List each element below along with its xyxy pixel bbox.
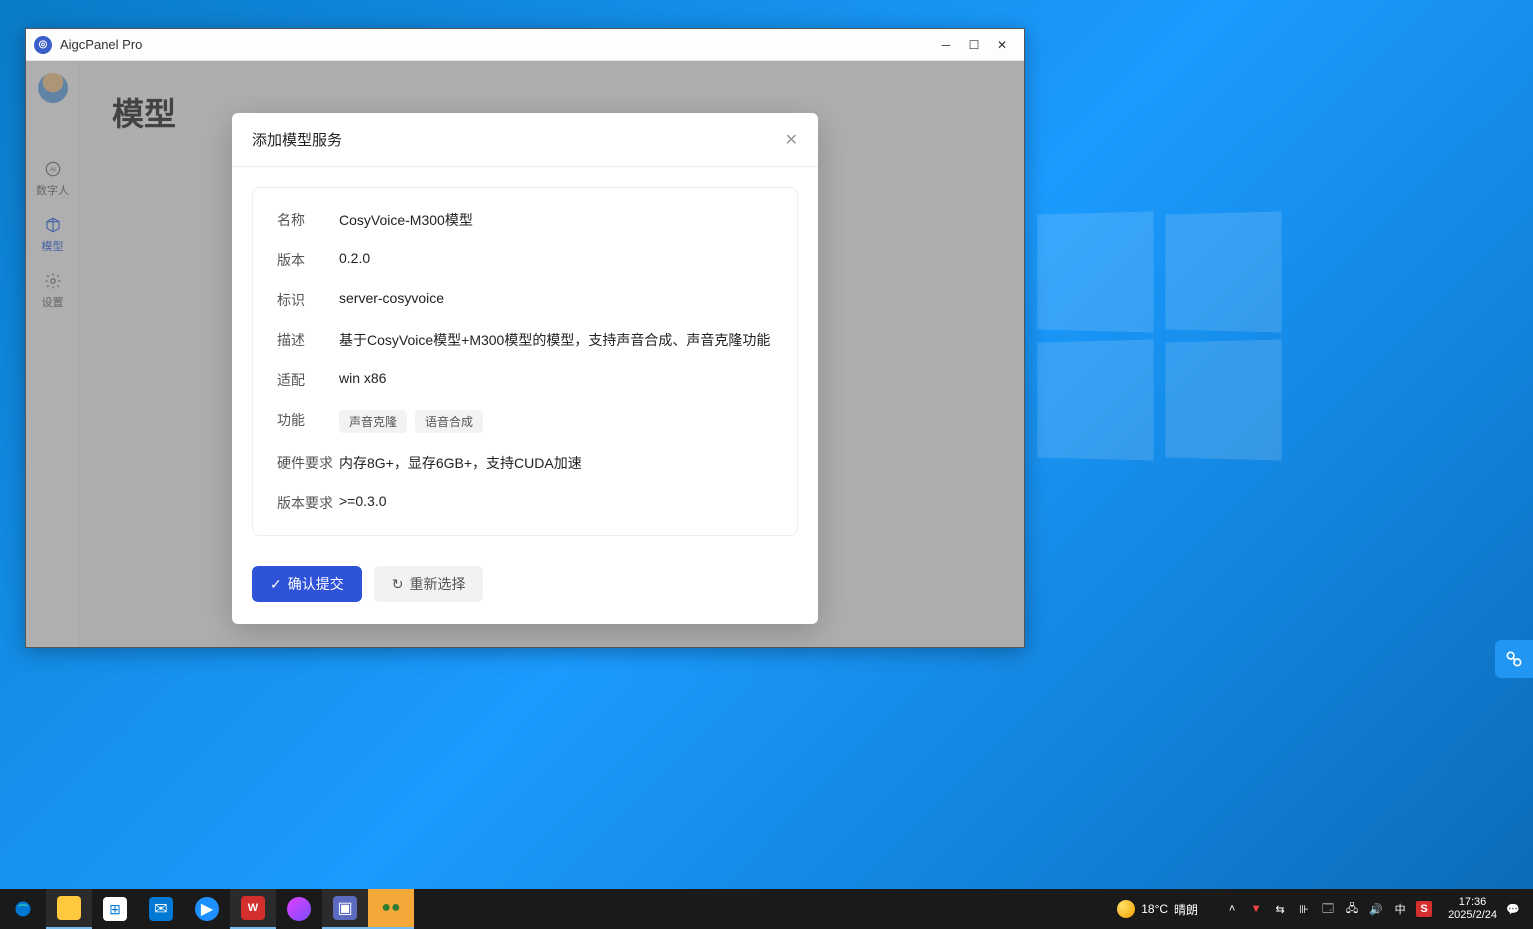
wechat-icon: ●● <box>379 896 403 920</box>
taskbar-store[interactable]: ⊞ <box>92 889 138 929</box>
window-title: AigcPanel Pro <box>60 37 932 52</box>
minimize-button[interactable]: ─ <box>932 31 960 59</box>
row-ident: 标识 server-cosyvoice <box>277 290 773 310</box>
windows-logo <box>1035 213 1283 461</box>
reselect-button[interactable]: ↻ 重新选择 <box>374 566 484 602</box>
weather-widget[interactable]: 18°C 晴朗 <box>1117 900 1198 918</box>
taskbar-media[interactable]: ▶ <box>184 889 230 929</box>
add-model-modal: 添加模型服务 ✕ 名称 CosyVoice-M300模型 版本 0.2.0 标识… <box>232 113 818 624</box>
taskbar-app1[interactable] <box>276 889 322 929</box>
row-desc: 描述 基于CosyVoice模型+M300模型的模型，支持声音合成、声音克隆功能 <box>277 330 773 350</box>
taskbar-wps[interactable]: W <box>230 889 276 929</box>
system-tray: ˄ ▼ ⇆ ⊪ 🗔 🖧 🔊 中 S 17:36 2025/2/24 💬 <box>1212 896 1533 922</box>
taskbar-wechat[interactable]: ●● <box>368 889 414 929</box>
play-icon: ▶ <box>195 897 219 921</box>
titlebar[interactable]: ◎ AigcPanel Pro ─ ☐ ✕ <box>26 29 1024 61</box>
modal-close-button[interactable]: ✕ <box>785 130 798 150</box>
check-icon: ✓ <box>270 576 282 593</box>
close-button[interactable]: ✕ <box>988 31 1016 59</box>
feature-tag: 语音合成 <box>415 410 483 433</box>
mail-icon: ✉ <box>149 897 173 921</box>
notifications-icon[interactable]: 💬 <box>1505 901 1521 917</box>
taskbar-mail[interactable]: ✉ <box>138 889 184 929</box>
row-version: 版本 0.2.0 <box>277 250 773 270</box>
confirm-submit-button[interactable]: ✓ 确认提交 <box>252 566 362 602</box>
maximize-button[interactable]: ☐ <box>960 31 988 59</box>
app-icon: ◎ <box>34 36 52 54</box>
wps-icon: W <box>241 896 265 920</box>
side-widget[interactable] <box>1495 640 1533 678</box>
modal-overlay[interactable]: 添加模型服务 ✕ 名称 CosyVoice-M300模型 版本 0.2.0 标识… <box>26 61 1024 647</box>
taskbar-app2[interactable]: ▣ <box>322 889 368 929</box>
windows-icon <box>14 900 32 918</box>
link-icon <box>1504 649 1524 669</box>
tray-battery-icon[interactable]: 🗔 <box>1320 901 1336 917</box>
tray-volume-icon[interactable]: 🔊 <box>1368 901 1384 917</box>
refresh-icon: ↻ <box>392 576 404 593</box>
swirl-icon <box>287 897 311 921</box>
row-versionreq: 版本要求 >=0.3.0 <box>277 493 773 513</box>
doc-icon: ▣ <box>333 896 357 920</box>
folder-icon <box>57 896 81 920</box>
taskbar-explorer[interactable] <box>46 889 92 929</box>
clock[interactable]: 17:36 2025/2/24 <box>1448 896 1497 922</box>
app-window: ◎ AigcPanel Pro ─ ☐ ✕ AI 数字人 模型 设置 模型 <box>25 28 1025 648</box>
row-hardware: 硬件要求 内存8G+，显存6GB+，支持CUDA加速 <box>277 453 773 473</box>
modal-title: 添加模型服务 <box>252 129 342 150</box>
tray-shield-icon[interactable]: ▼ <box>1248 901 1264 917</box>
sun-icon <box>1117 900 1135 918</box>
tray-ime-icon[interactable]: 中 <box>1392 901 1408 917</box>
model-info-card: 名称 CosyVoice-M300模型 版本 0.2.0 标识 server-c… <box>252 187 798 536</box>
row-name: 名称 CosyVoice-M300模型 <box>277 210 773 230</box>
tray-sync-icon[interactable]: ⇆ <box>1272 901 1288 917</box>
tray-network-icon[interactable]: 🖧 <box>1344 901 1360 917</box>
store-icon: ⊞ <box>103 897 127 921</box>
tray-input-icon[interactable]: S <box>1416 901 1432 917</box>
row-platform: 适配 win x86 <box>277 370 773 390</box>
feature-tag: 声音克隆 <box>339 410 407 433</box>
start-button[interactable] <box>0 889 46 929</box>
row-feature: 功能 声音克隆 语音合成 <box>277 410 773 433</box>
taskbar: ⊞ ✉ ▶ W ▣ ●● 18°C 晴朗 ˄ ▼ ⇆ ⊪ 🗔 🖧 🔊 中 S 1… <box>0 889 1533 929</box>
tray-chevron-up-icon[interactable]: ˄ <box>1224 901 1240 917</box>
tray-meter-icon[interactable]: ⊪ <box>1296 901 1312 917</box>
